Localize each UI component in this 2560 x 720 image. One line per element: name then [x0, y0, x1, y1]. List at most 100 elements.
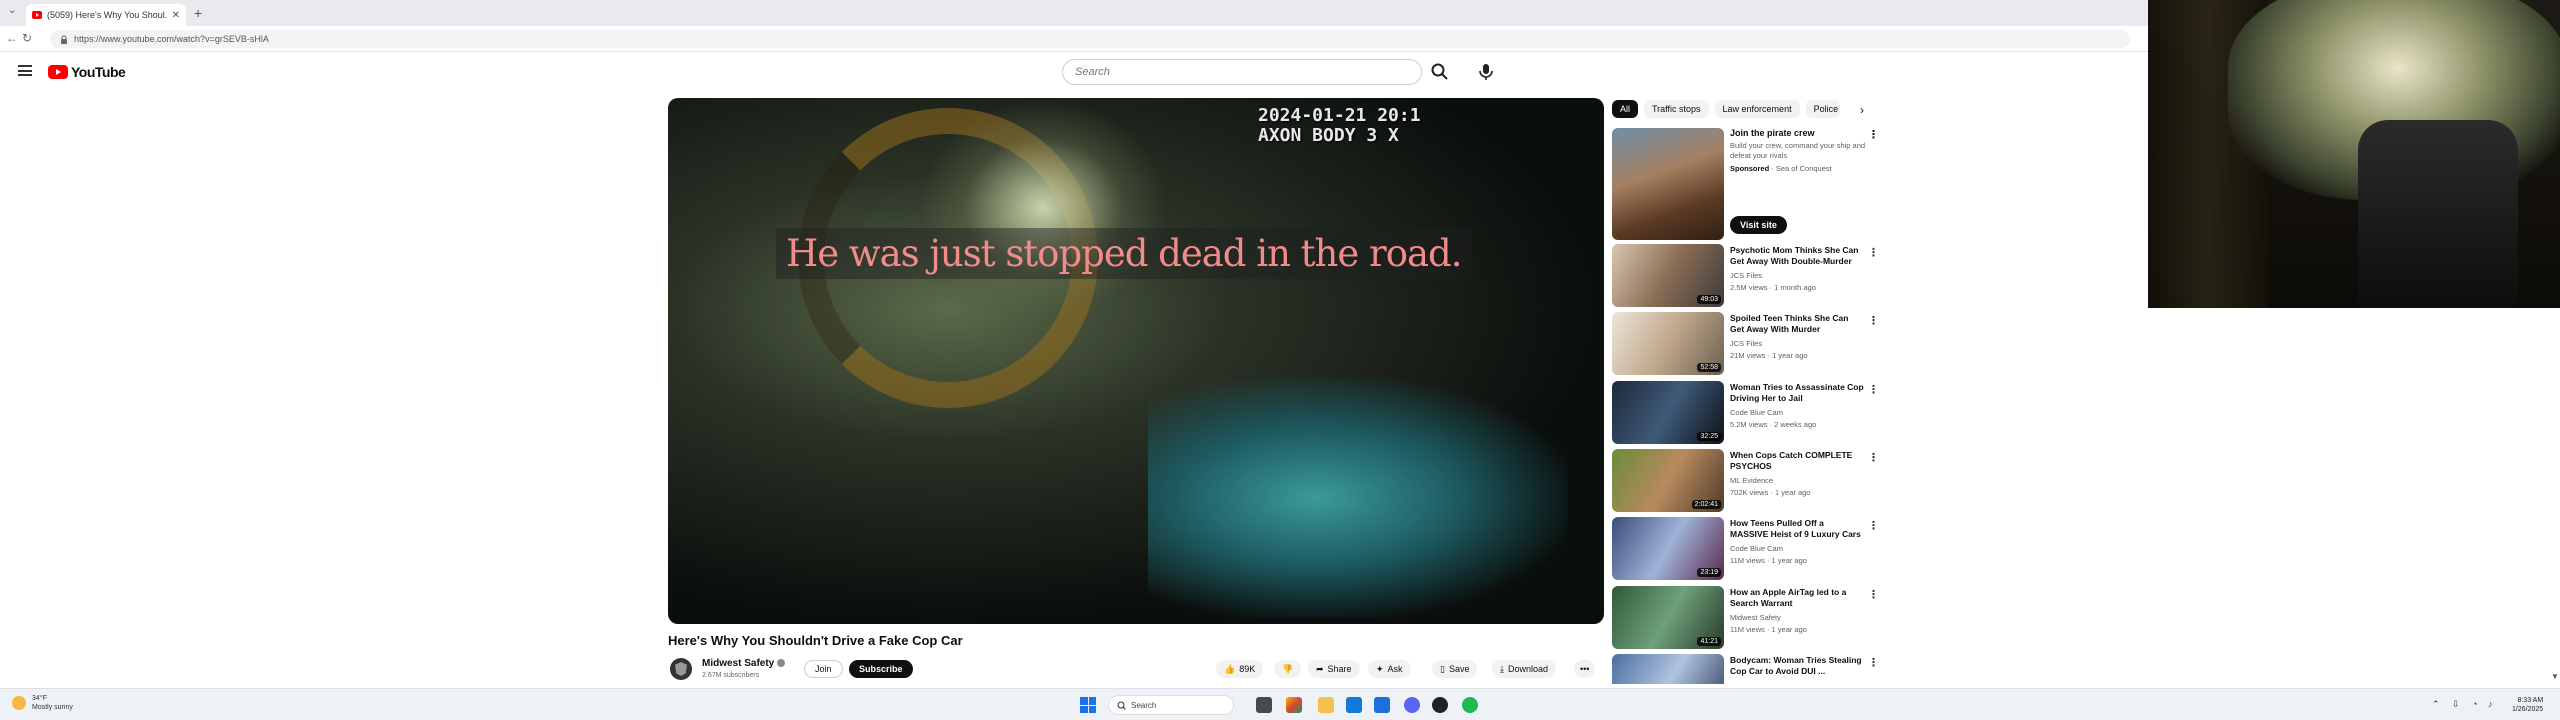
video-thumbnail[interactable]: 52:58 — [1612, 312, 1724, 375]
volume-icon[interactable]: ♪ — [2488, 699, 2493, 709]
recommendation-channel[interactable]: JCS Files — [1730, 271, 1762, 280]
search-input[interactable] — [1075, 66, 1375, 78]
recommendation-title[interactable]: How an Apple AirTag led to a Search Warr… — [1730, 587, 1864, 609]
start-button[interactable] — [1080, 697, 1096, 713]
youtube-logo[interactable]: YouTube — [48, 64, 126, 80]
chip-traffic-stops[interactable]: Traffic stops — [1644, 100, 1709, 118]
weather-widget[interactable]: 34°F Mostly sunny — [12, 694, 73, 712]
recommendation-title[interactable]: When Cops Catch COMPLETE PSYCHOS — [1730, 450, 1864, 472]
more-vert-icon[interactable]: ⋮ — [1868, 656, 1879, 669]
video-thumbnail[interactable]: 32:25 — [1612, 381, 1724, 444]
usb-icon[interactable]: ⇩ — [2452, 699, 2460, 710]
recommendation-channel[interactable]: ML Evidence — [1730, 476, 1773, 485]
video-thumbnail[interactable] — [1612, 654, 1724, 684]
ask-button[interactable]: ✦ Ask — [1368, 660, 1411, 678]
join-button[interactable]: Join — [804, 660, 843, 678]
share-button[interactable]: ➦ Share — [1308, 660, 1360, 678]
recommendation-item[interactable]: 52:58 Spoiled Teen Thinks She Can Get Aw… — [1612, 312, 1882, 376]
duration-badge: 2:02:41 — [1691, 500, 1721, 509]
discord-icon[interactable] — [1404, 697, 1420, 713]
obs-icon[interactable] — [1432, 697, 1448, 713]
more-vert-icon[interactable]: ⋮ — [1868, 519, 1879, 532]
recommendation-item[interactable]: 2:02:41 When Cops Catch COMPLETE PSYCHOS… — [1612, 449, 1882, 513]
search-icon[interactable] — [1428, 61, 1452, 83]
channel-avatar[interactable] — [670, 658, 692, 680]
recommendation-meta: 5.2M views · 2 weeks ago — [1730, 420, 1817, 429]
lock-icon — [61, 35, 67, 44]
more-vert-icon[interactable]: ⋮ — [1868, 314, 1879, 327]
dislike-button[interactable]: 👎 — [1274, 660, 1302, 678]
video-thumbnail[interactable]: 23:19 — [1612, 517, 1724, 580]
ad-thumbnail[interactable] — [1612, 128, 1724, 240]
ad-description: Build your crew, command your ship and d… — [1730, 141, 1866, 160]
ad-title[interactable]: Join the pirate crew — [1730, 128, 1815, 138]
duration-badge: 49:03 — [1697, 295, 1721, 304]
recommendation-channel[interactable]: Code Blue Cam — [1730, 544, 1783, 553]
more-vert-icon[interactable]: ⋮ — [1868, 451, 1879, 464]
recommendation-item[interactable]: Bodycam: Woman Tries Stealing Cop Car to… — [1612, 654, 1882, 684]
recommendation-meta: 11M views · 1 year ago — [1730, 625, 1807, 634]
recommendation-channel[interactable]: Code Blue Cam — [1730, 408, 1783, 417]
chip-police[interactable]: Police — [1805, 100, 1840, 118]
video-thumbnail[interactable]: 41:21 — [1612, 586, 1724, 649]
sponsored-ad[interactable]: Join the pirate crew Build your crew, co… — [1612, 128, 1882, 240]
menu-icon[interactable] — [18, 65, 32, 76]
back-icon[interactable]: ← — [6, 31, 18, 45]
recommendation-item[interactable]: 32:25 Woman Tries to Assassinate Cop Dri… — [1612, 381, 1882, 445]
webcam-chair — [2358, 120, 2518, 308]
recommendation-channel[interactable]: Midwest Safety — [1730, 613, 1781, 622]
system-clock[interactable]: 8:33 AM 1/26/2025 — [2512, 696, 2543, 714]
recommendation-channel[interactable]: JCS Files — [1730, 339, 1762, 348]
microphone-icon[interactable] — [1474, 61, 1498, 83]
chip-law-enforcement[interactable]: Law enforcement — [1714, 100, 1800, 118]
spotify-icon[interactable] — [1462, 697, 1478, 713]
chip-all[interactable]: All — [1612, 100, 1639, 118]
more-vert-icon[interactable]: ⋮ — [1868, 128, 1879, 141]
visit-site-button[interactable]: Visit site — [1730, 216, 1787, 234]
scroll-down-icon[interactable]: ▼ — [2551, 672, 2559, 681]
more-actions-button[interactable]: ••• — [1574, 660, 1596, 678]
recommendation-title[interactable]: Psychotic Mom Thinks She Can Get Away Wi… — [1730, 245, 1864, 267]
recommendation-item[interactable]: 23:19 How Teens Pulled Off a MASSIVE Hei… — [1612, 517, 1882, 581]
more-vert-icon[interactable]: ⋮ — [1868, 383, 1879, 396]
video-thumbnail[interactable]: 2:02:41 — [1612, 449, 1724, 512]
recommendation-title[interactable]: Bodycam: Woman Tries Stealing Cop Car to… — [1730, 655, 1864, 677]
file-explorer-icon[interactable] — [1318, 697, 1334, 713]
recommendation-item[interactable]: 49:03 Psychotic Mom Thinks She Can Get A… — [1612, 244, 1882, 308]
edge-icon[interactable] — [1346, 697, 1362, 713]
video-thumbnail[interactable]: 49:03 — [1612, 244, 1724, 307]
more-vert-icon[interactable]: ⋮ — [1868, 246, 1879, 259]
refresh-icon[interactable]: ↻ — [22, 31, 32, 45]
like-button[interactable]: 👍 89K — [1216, 660, 1264, 678]
recommendation-title[interactable]: How Teens Pulled Off a MASSIVE Heist of … — [1730, 518, 1864, 540]
save-button[interactable]: ▯ Save — [1432, 660, 1478, 678]
chevron-up-icon[interactable]: ⌃ — [2432, 699, 2440, 710]
download-button[interactable]: ⤓ Download — [1492, 660, 1557, 678]
recommendation-title[interactable]: Spoiled Teen Thinks She Can Get Away Wit… — [1730, 313, 1864, 335]
wifi-icon[interactable]: ◔ — [2472, 699, 2477, 709]
store-icon[interactable] — [1374, 697, 1390, 713]
more-vert-icon[interactable]: ⋮ — [1868, 588, 1879, 601]
clock-time: 8:33 AM — [2517, 697, 2544, 704]
recommendation-item[interactable]: 41:21 How an Apple AirTag led to a Searc… — [1612, 586, 1882, 650]
subscribe-button[interactable]: Subscribe — [849, 660, 913, 678]
download-label: Download — [1507, 664, 1549, 674]
more-icon: ••• — [1580, 664, 1590, 674]
new-tab-icon[interactable]: + — [194, 5, 202, 21]
recommendation-title[interactable]: Woman Tries to Assassinate Cop Driving H… — [1730, 382, 1864, 404]
browser-tab[interactable]: (5059) Here's Why You Shoul... ✕ — [26, 4, 186, 26]
close-tab-icon[interactable]: ✕ — [172, 10, 180, 21]
channel-name[interactable]: Midwest Safety — [702, 658, 786, 669]
weather-temperature: 34°F — [32, 695, 47, 702]
duration-badge: 52:58 — [1697, 363, 1721, 372]
duration-badge: 23:19 — [1697, 568, 1721, 577]
page-scrollbar[interactable] — [2546, 316, 2560, 686]
task-view-icon[interactable] — [1256, 697, 1272, 713]
taskbar-search[interactable]: Search — [1108, 695, 1234, 715]
chrome-icon[interactable] — [1286, 697, 1302, 713]
tab-list-icon[interactable]: ⌄ — [8, 5, 16, 16]
chevron-right-icon[interactable]: › — [1860, 103, 1864, 117]
video-player[interactable]: 2024-01-21 20:1 AXON BODY 3 X He was jus… — [668, 98, 1604, 624]
url-field[interactable]: https://www.youtube.com/watch?v=grSEVB-s… — [50, 30, 2130, 48]
video-frame-figure — [1148, 378, 1568, 618]
